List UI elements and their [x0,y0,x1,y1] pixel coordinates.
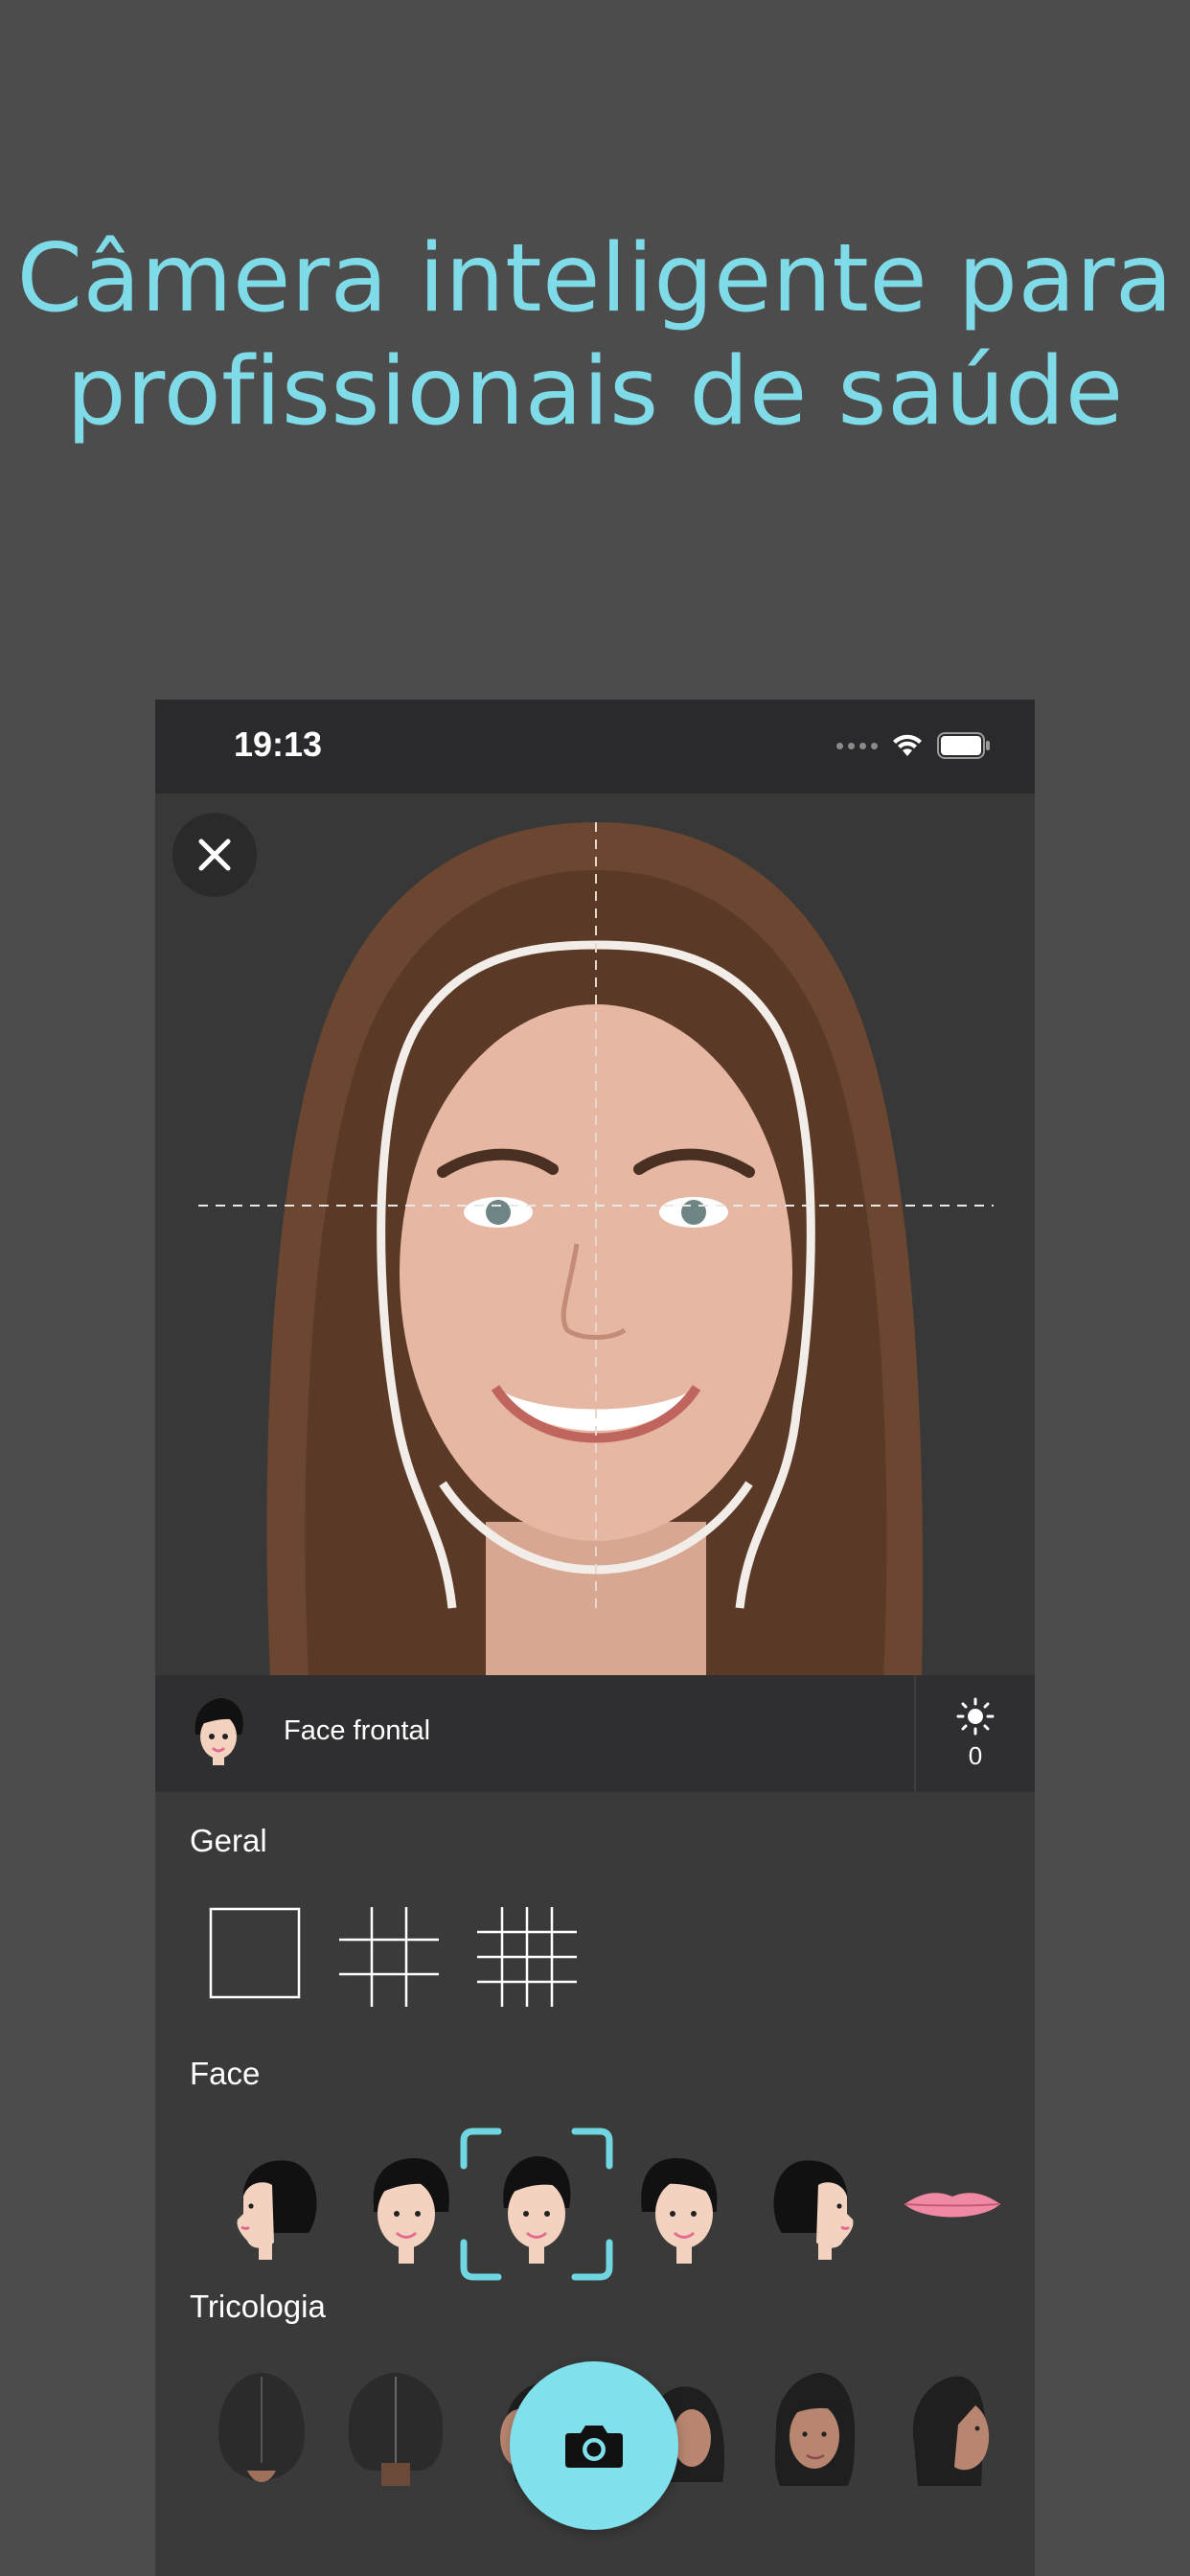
shutter-button[interactable] [510,2361,678,2530]
brightness-control[interactable]: 0 [916,1675,1035,1792]
close-button[interactable] [172,813,257,897]
headline-line-1: Câmera inteligente para [16,224,1174,334]
grid-none-icon[interactable] [209,1907,301,1999]
status-time: 19:13 [234,724,323,764]
phone-screen: 19:13 Face frontal 0 Geral Face Tricolog… [155,700,1035,2576]
face-three-quarter-left-icon[interactable] [341,2137,475,2271]
face-profile-right-icon[interactable] [751,2137,885,2271]
status-bar: 19:13 [155,700,1035,794]
face-frontal-avatar-icon [195,1698,243,1765]
section-title-face: Face [190,2056,261,2091]
battery-icon [937,732,990,759]
close-icon [198,839,231,871]
headline: Câmera inteligente para profissionais de… [0,222,1190,448]
mode-info-bar: Face frontal 0 [155,1675,1035,1792]
head-three-quarter-icon[interactable] [761,2367,866,2492]
camera-icon [565,2426,623,2468]
current-mode-label: Face frontal [284,1715,431,1746]
brightness-value: 0 [968,1740,983,1770]
face-frontal-icon [503,2156,571,2264]
section-title-geral: Geral [190,1823,267,1858]
face-profile-left-icon[interactable] [205,2137,339,2271]
grid-3x3-icon[interactable] [339,1907,439,2007]
scalp-back-icon[interactable] [343,2367,448,2492]
face-photo [198,822,994,1675]
face-frontal-option-selected[interactable] [460,2128,613,2281]
sun-icon [956,1697,995,1735]
camera-viewfinder[interactable] [155,794,1035,1675]
face-three-quarter-right-icon[interactable] [615,2137,749,2271]
section-title-tricologia: Tricologia [190,2288,326,2324]
wifi-icon [893,734,922,756]
headline-line-2: profissionais de saúde [66,337,1124,447]
signal-icon [836,742,878,749]
scalp-top-icon[interactable] [209,2367,314,2492]
grid-4x4-icon[interactable] [477,1907,577,2007]
head-profile-icon[interactable] [895,2367,1000,2492]
lips-icon[interactable] [885,2137,1019,2271]
status-icons [836,732,991,759]
